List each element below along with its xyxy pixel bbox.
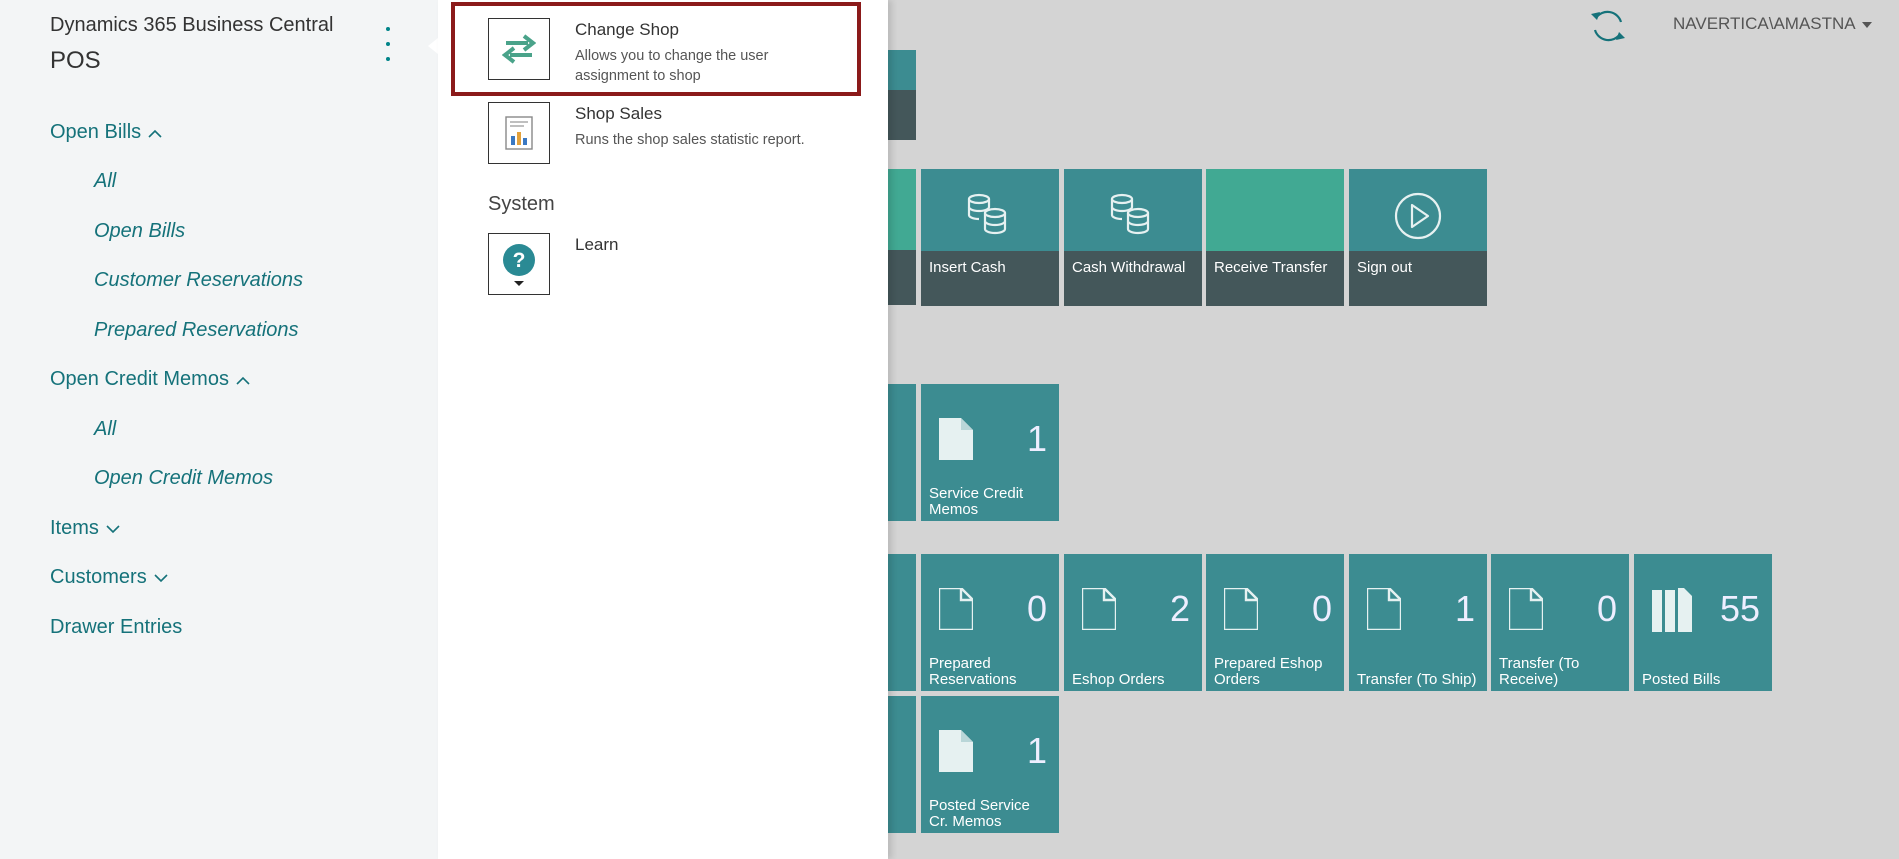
svg-text:?: ?: [513, 249, 526, 272]
nav-label: Items: [50, 517, 99, 539]
nav-label: Open Bills: [50, 121, 142, 143]
tile-count: 55: [1719, 588, 1760, 629]
coins-icon: [967, 193, 1007, 235]
navigation-pane: Dynamics 365 Business Central POS Open B…: [0, 0, 438, 859]
tile-posted-bills[interactable]: 55 Posted Bills: [1634, 554, 1772, 691]
tile-count: 0: [1596, 588, 1617, 629]
nav-label: Customers: [50, 566, 147, 588]
action-change-shop[interactable]: Change Shop Allows you to change the use…: [488, 18, 848, 84]
nav-label: Open Credit Memos: [50, 368, 229, 390]
more-options-icon[interactable]: [382, 27, 394, 71]
nav-open-bills-open-bills[interactable]: Open Bills: [94, 220, 185, 243]
action-description: Runs the shop sales statistic report.: [575, 132, 805, 148]
user-menu[interactable]: NAVERTICA\AMASTNA: [1673, 14, 1872, 34]
tile-eshop-orders[interactable]: 2 Eshop Orders: [1064, 554, 1202, 691]
tile-count: 2: [1169, 588, 1190, 629]
tile-label: Insert Cash: [929, 259, 1006, 276]
nav-credit-memos-all[interactable]: All: [94, 418, 116, 441]
tile-count: 0: [1026, 588, 1047, 629]
tile-label: Transfer (To Ship): [1357, 671, 1477, 688]
document-icon: [1224, 588, 1258, 630]
document-icon: [939, 588, 973, 630]
tile-count: 0: [1311, 588, 1332, 629]
chevron-down-icon: [154, 574, 168, 582]
tile-service-credit-memos[interactable]: 1 Service Credit Memos: [921, 384, 1059, 521]
help-icon: ?: [488, 233, 550, 295]
action-title: Change Shop: [575, 20, 679, 39]
caret-down-icon: [1861, 21, 1872, 28]
tile-count: 1: [1026, 418, 1047, 459]
tile-label: Sign out: [1357, 259, 1413, 276]
tile-sign-out[interactable]: Sign out: [1349, 169, 1487, 306]
tile-label: Prepared Eshop Orders: [1214, 655, 1323, 688]
tile-label: Transfer (To Receive): [1499, 655, 1580, 688]
tile-label: Posted Bills: [1642, 671, 1721, 688]
tile-label: Prepared Reservations: [929, 655, 1017, 688]
action-title: Learn: [575, 235, 619, 254]
tile-label: Service Credit Memos: [929, 485, 1024, 518]
tile-transfer-to-ship[interactable]: 1 Transfer (To Ship): [1349, 554, 1487, 691]
document-icon: [1367, 588, 1401, 630]
document-icon: [939, 418, 973, 460]
tile-label: Posted Service Cr. Memos: [929, 797, 1030, 830]
nav-customers[interactable]: Customers: [50, 566, 169, 589]
action-description: Allows you to change the user assignment…: [575, 48, 769, 84]
chevron-down-icon: [106, 525, 120, 533]
document-icon: [939, 730, 973, 772]
document-icon: [1082, 588, 1116, 630]
tile-receive-transfer[interactable]: Receive Transfer: [1206, 169, 1344, 306]
posted-documents-icon: [1652, 588, 1692, 632]
tile-posted-service-cr-memos[interactable]: 1 Posted Service Cr. Memos: [921, 696, 1059, 833]
tile-label: Eshop Orders: [1072, 671, 1165, 688]
app-name: Dynamics 365 Business Central: [50, 14, 334, 36]
tile-label: Cash Withdrawal: [1072, 259, 1186, 276]
tile-count: 1: [1454, 588, 1475, 629]
action-shop-sales[interactable]: Shop Sales Runs the shop sales statistic…: [488, 102, 848, 164]
nav-open-credit-memos[interactable]: Open Credit Memos: [50, 368, 251, 391]
refresh-icon[interactable]: [1588, 6, 1628, 46]
nav-credit-memos-open[interactable]: Open Credit Memos: [94, 467, 273, 490]
nav-open-bills[interactable]: Open Bills: [50, 121, 163, 144]
action-title: Shop Sales: [575, 104, 662, 123]
tile-cash-withdrawal[interactable]: Cash Withdrawal: [1064, 169, 1202, 306]
tile-prepared-eshop-orders[interactable]: 0 Prepared Eshop Orders: [1206, 554, 1344, 691]
tile-transfer-to-receive[interactable]: 0 Transfer (To Receive): [1491, 554, 1629, 691]
action-learn[interactable]: ? Learn: [488, 233, 848, 295]
chevron-up-icon: [148, 129, 162, 138]
tile-count: 1: [1026, 730, 1047, 771]
nav-items[interactable]: Items: [50, 517, 121, 540]
flyout-pointer: [428, 38, 438, 54]
role-center-title: POS: [50, 47, 101, 74]
coins-icon: [1110, 193, 1150, 235]
document-icon: [1509, 588, 1543, 630]
nav-customer-reservations[interactable]: Customer Reservations: [94, 269, 303, 292]
report-icon: [488, 102, 550, 164]
actions-flyout: Change Shop Allows you to change the use…: [438, 0, 888, 859]
nav-drawer-entries[interactable]: Drawer Entries: [50, 616, 182, 639]
nav-prepared-reservations[interactable]: Prepared Reservations: [94, 319, 299, 342]
user-name: NAVERTICA\AMASTNA: [1673, 14, 1856, 33]
section-system-title: System: [488, 193, 555, 215]
tile-prepared-reservations[interactable]: 0 Prepared Reservations: [921, 554, 1059, 691]
tile-label: Receive Transfer: [1214, 259, 1328, 276]
swap-arrows-icon: [488, 18, 550, 80]
nav-open-bills-all[interactable]: All: [94, 170, 116, 193]
chevron-up-icon: [236, 376, 250, 385]
tile-insert-cash[interactable]: Insert Cash: [921, 169, 1059, 306]
play-circle-icon: [1394, 192, 1442, 240]
